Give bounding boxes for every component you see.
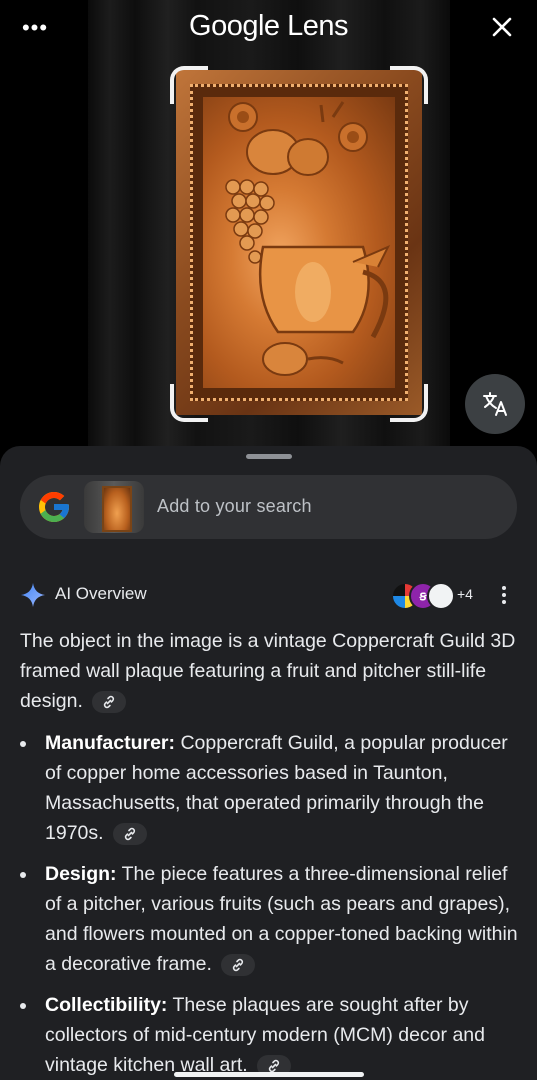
home-indicator[interactable]	[174, 1072, 364, 1077]
list-item: Design: The piece features a three-dimen…	[20, 859, 520, 979]
citation-link[interactable]	[221, 953, 256, 976]
list-item: Collectibility: These plaques are sought…	[20, 990, 520, 1080]
search-placeholder: Add to your search	[157, 496, 312, 516]
relief-artwork	[225, 101, 391, 376]
ai-overview-menu-button[interactable]	[500, 586, 508, 606]
crop-corner-top-right[interactable]	[390, 66, 428, 104]
google-g-icon	[39, 492, 69, 522]
ai-overview-body: The object in the image is a vintage Cop…	[20, 626, 520, 1080]
link-icon	[104, 695, 115, 708]
crop-corner-bottom-left[interactable]	[170, 384, 208, 422]
link-icon	[124, 827, 136, 840]
more-sources-count[interactable]: +4	[457, 586, 473, 602]
captured-plaque-image	[176, 70, 422, 415]
citation-link[interactable]	[92, 690, 127, 713]
ai-overview-header: AI Overview ꞩ +4	[20, 580, 517, 610]
translate-button[interactable]	[465, 374, 525, 434]
ai-overview-bullets: Manufacturer: Coppercraft Guild, a popul…	[20, 728, 520, 1080]
add-to-search-bar[interactable]: Add to your search	[20, 475, 517, 539]
source-avatars[interactable]: ꞩ +4	[391, 582, 491, 610]
citation-link[interactable]	[112, 822, 147, 845]
close-icon	[492, 17, 512, 37]
close-button[interactable]	[487, 12, 517, 42]
top-bar: ••• Google Lens	[0, 0, 537, 56]
camera-viewfinder: ••• Google Lens	[0, 0, 537, 450]
app-title: Google Lens	[189, 10, 348, 42]
link-icon	[268, 1059, 280, 1072]
image-thumbnail[interactable]	[84, 481, 144, 533]
plaque-relief	[203, 97, 395, 388]
translate-icon	[483, 392, 507, 416]
crop-corner-top-left[interactable]	[170, 66, 208, 104]
ai-overview-title: AI Overview	[55, 584, 147, 603]
source-avatar[interactable]	[427, 582, 455, 610]
ai-overview-intro: The object in the image is a vintage Cop…	[20, 630, 516, 713]
sheet-drag-handle[interactable]	[246, 454, 292, 459]
plaque-frame	[176, 70, 422, 415]
gemini-sparkle-icon	[21, 583, 45, 607]
results-sheet[interactable]: Add to your search AI Overview ꞩ +4 The …	[0, 446, 537, 1080]
crop-corner-bottom-right[interactable]	[390, 384, 428, 422]
link-icon	[233, 958, 244, 971]
list-item: Manufacturer: Coppercraft Guild, a popul…	[20, 728, 520, 848]
